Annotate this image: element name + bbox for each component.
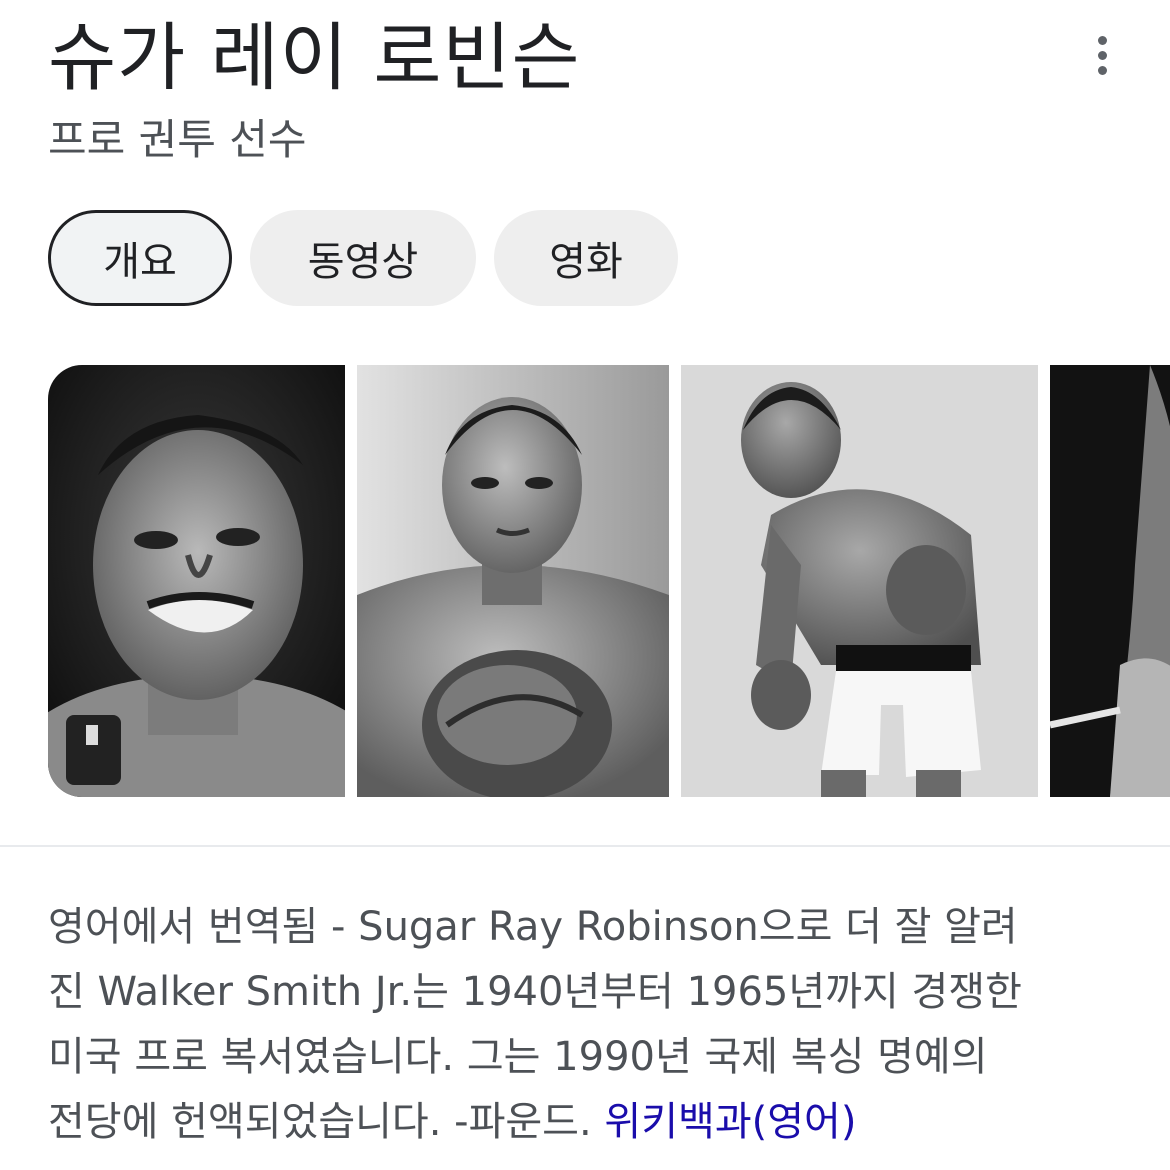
tab-overview[interactable]: 개요: [48, 210, 232, 306]
description-line-2: 진 Walker Smith Jr.는 1940년부터 1965년까지 경쟁한: [48, 969, 1022, 1015]
tab-movies[interactable]: 영화: [494, 210, 678, 306]
description-line-1: 영어에서 번역됨 - Sugar Ray Robinson으로 더 잘 알려: [48, 904, 1018, 950]
entity-title: 슈가 레이 로빈슨: [48, 15, 581, 101]
description: 영어에서 번역됨 - Sugar Ray Robinson으로 더 잘 알려 진…: [48, 895, 1128, 1155]
tab-videos[interactable]: 동영상: [250, 210, 476, 306]
description-line-4: 전당에 헌액되었습니다. -파운드.: [48, 1099, 605, 1145]
section-divider: [0, 845, 1170, 847]
entity-subtitle: 프로 권투 선수: [48, 115, 307, 164]
gallery-image-4[interactable]: [1050, 365, 1170, 797]
wikipedia-source-link[interactable]: 위키백과(영어): [604, 1099, 856, 1145]
gallery-image-1[interactable]: [48, 365, 345, 797]
gallery-image-2[interactable]: [357, 365, 669, 797]
description-line-3: 미국 프로 복서였습니다. 그는 1990년 국제 복싱 명예의: [48, 1034, 988, 1080]
gallery-image-3[interactable]: [681, 365, 1038, 797]
image-gallery: [48, 365, 1170, 797]
more-vert-icon[interactable]: [1080, 30, 1124, 80]
tab-bar: 개요 동영상 영화: [48, 210, 678, 306]
